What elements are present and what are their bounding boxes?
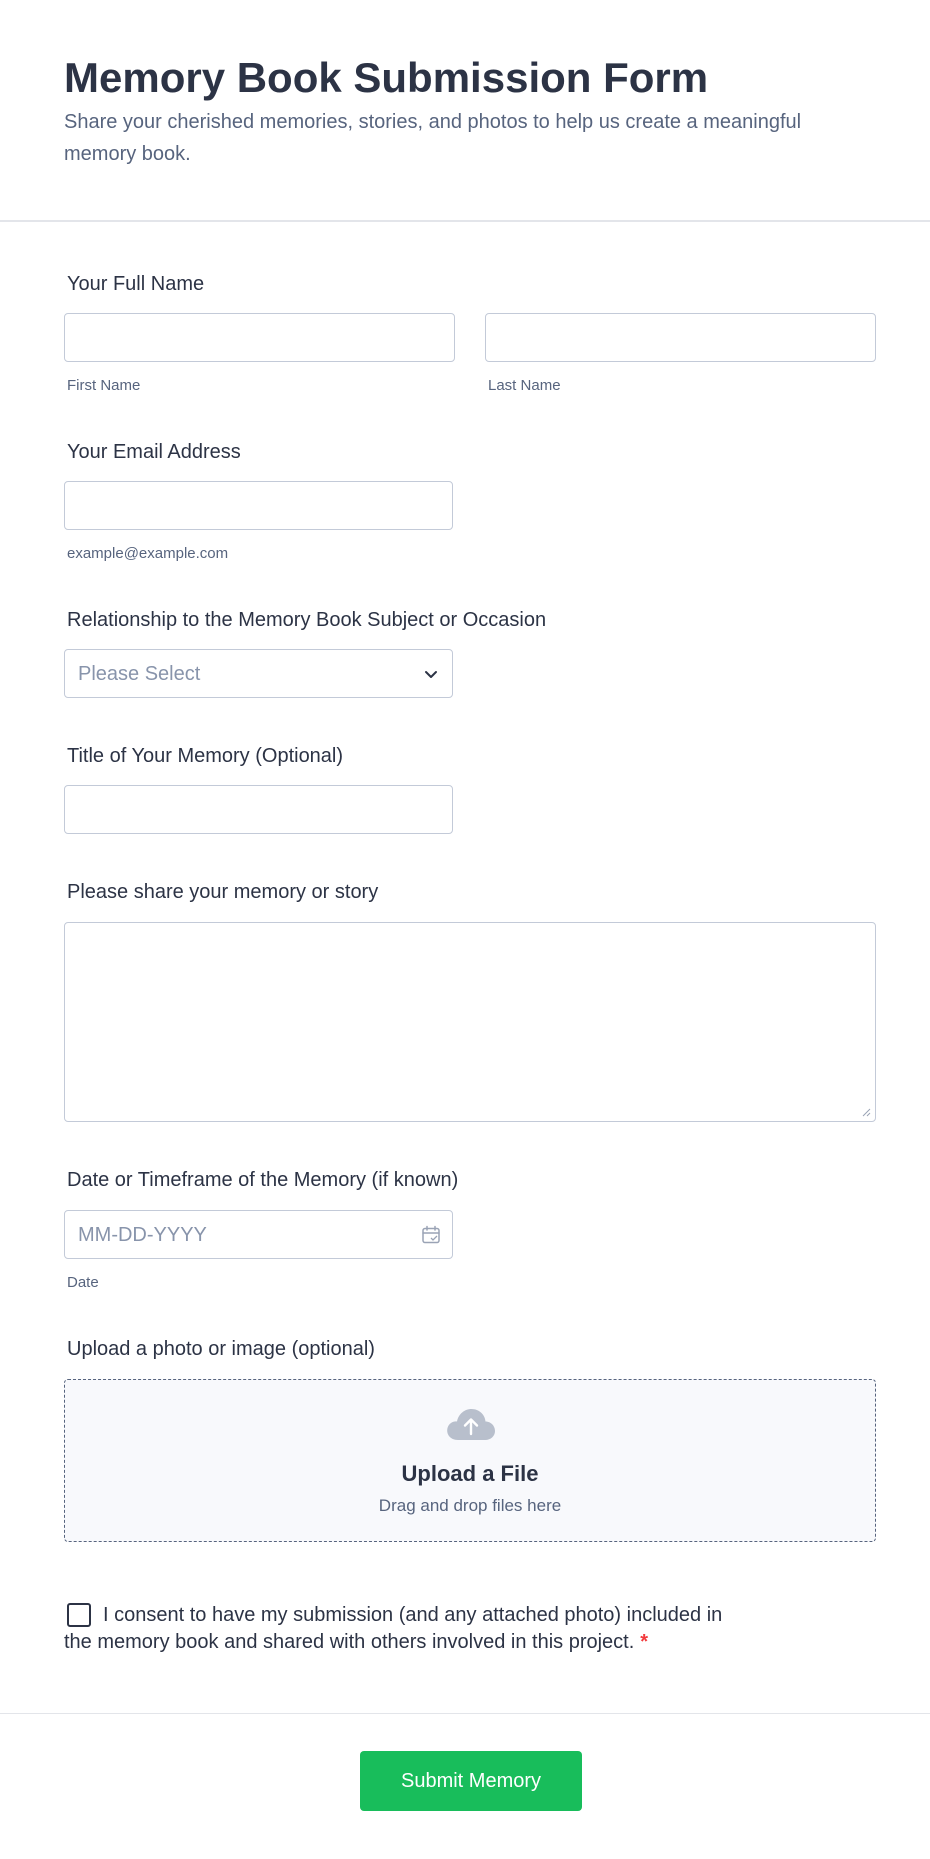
- chevron-down-icon: [425, 671, 437, 678]
- upload-label: Upload a photo or image (optional): [67, 1338, 375, 1360]
- email-input[interactable]: [64, 481, 453, 530]
- consent-checkbox[interactable]: [67, 1603, 91, 1627]
- calendar-icon[interactable]: [420, 1224, 442, 1246]
- relationship-select[interactable]: Please Select: [64, 649, 453, 698]
- memory-date-placeholder: MM-DD-YYYY: [78, 1224, 207, 1246]
- memory-title-input[interactable]: [64, 785, 453, 834]
- consent-text-line1: I consent to have my submission (and any…: [103, 1604, 723, 1626]
- page-title: Memory Book Submission Form: [64, 54, 709, 101]
- cloud-upload-icon: [447, 1409, 495, 1440]
- last-name-sublabel: Last Name: [488, 377, 561, 394]
- memory-date-input[interactable]: MM-DD-YYYY: [64, 1210, 453, 1259]
- email-sublabel: example@example.com: [67, 545, 229, 562]
- consent-text-line2-content: the memory book and shared with others i…: [64, 1631, 635, 1653]
- relationship-select-value: Please Select: [78, 663, 201, 685]
- footer-divider: [0, 1713, 930, 1714]
- resize-handle-icon[interactable]: [861, 1107, 871, 1117]
- form-header: Memory Book Submission Form Share your c…: [0, 0, 930, 222]
- file-upload-dropzone[interactable]: Upload a File Drag and drop files here: [64, 1379, 876, 1542]
- memory-date-sublabel: Date: [67, 1274, 99, 1291]
- submit-memory-button[interactable]: Submit Memory: [360, 1751, 582, 1811]
- memory-date-label: Date or Timeframe of the Memory (if know…: [67, 1169, 459, 1191]
- memory-story-textarea[interactable]: [64, 922, 876, 1122]
- page-subtitle: Share your cherished memories, stories, …: [64, 111, 802, 165]
- memory-story-label: Please share your memory or story: [67, 881, 379, 903]
- full-name-label: Your Full Name: [67, 273, 205, 295]
- consent-text-line2: the memory book and shared with others i…: [64, 1628, 648, 1656]
- upload-subtitle: Drag and drop files here: [378, 1496, 562, 1515]
- relationship-label: Relationship to the Memory Book Subject …: [67, 609, 547, 631]
- memory-title-label: Title of Your Memory (Optional): [67, 745, 344, 767]
- last-name-input[interactable]: [485, 313, 876, 362]
- required-asterisk: *: [640, 1631, 649, 1653]
- email-label: Your Email Address: [67, 441, 241, 463]
- upload-title: Upload a File: [401, 1461, 539, 1486]
- first-name-sublabel: First Name: [67, 377, 141, 394]
- first-name-input[interactable]: [64, 313, 455, 362]
